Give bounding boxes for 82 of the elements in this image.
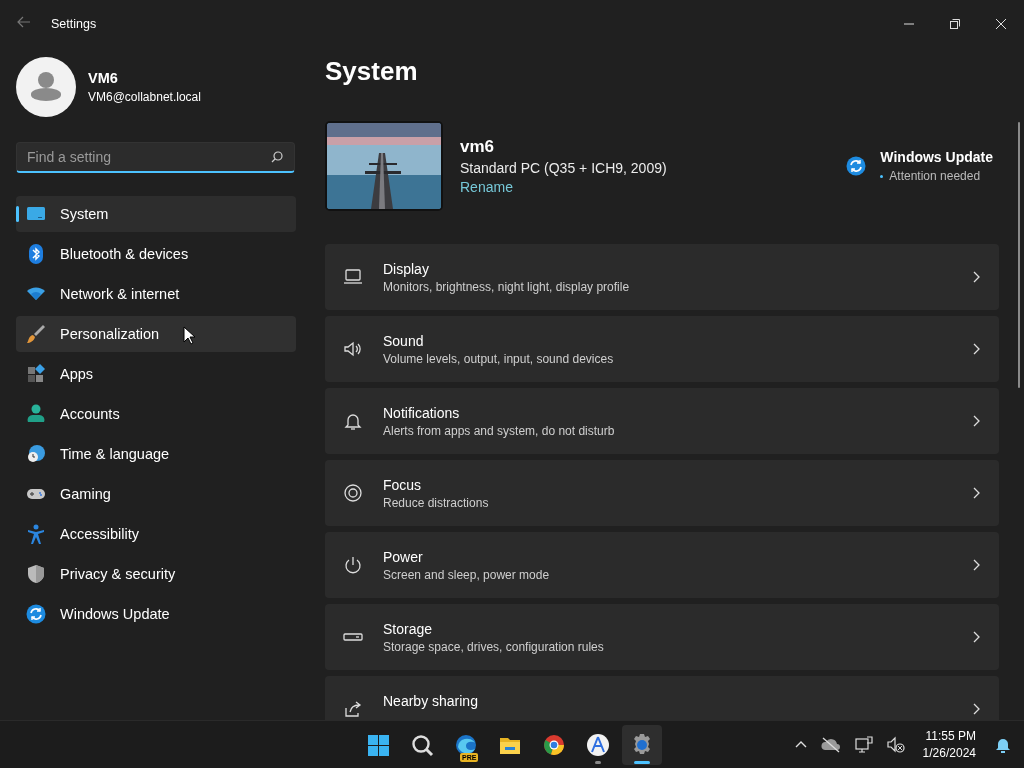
restore-icon xyxy=(950,19,960,29)
clock[interactable]: 11:55 PM 1/26/2024 xyxy=(922,729,976,760)
card-title: Notifications xyxy=(383,405,461,421)
setting-card[interactable]: Notifications Alerts from apps and system, do not disturb xyxy=(325,388,999,454)
page-title: System xyxy=(325,56,419,88)
nav-item[interactable]: Gaming xyxy=(16,476,296,512)
search-field[interactable]: Find a setting xyxy=(16,142,295,173)
chevron-up-icon[interactable] xyxy=(794,740,807,749)
card-title: Storage xyxy=(383,621,434,637)
card-title: Power xyxy=(383,549,424,565)
setting-card[interactable]: Sound Volume levels, output, input, sound devices xyxy=(325,316,999,382)
chevron-right-icon xyxy=(971,343,981,355)
bell-icon xyxy=(343,411,363,431)
close-icon xyxy=(996,19,1006,29)
chevron-right-icon xyxy=(971,487,981,499)
card-title: Display xyxy=(383,261,430,277)
device-model: Standard PC (Q35 + ICH9, 2009) xyxy=(460,160,667,176)
avatar-icon xyxy=(16,57,76,117)
speaker-icon xyxy=(343,339,363,359)
person-icon xyxy=(26,404,46,424)
user-email: VM6@collabnet.local xyxy=(88,90,201,104)
network-icon[interactable] xyxy=(854,736,873,753)
cursor-icon xyxy=(183,326,195,345)
chevron-right-icon xyxy=(971,631,981,643)
card-subtitle: Volume levels, output, input, sound devices xyxy=(383,352,615,366)
speaker-muted-icon[interactable] xyxy=(886,736,905,753)
apps-icon xyxy=(26,364,46,384)
start-icon xyxy=(366,732,390,757)
back-arrow-icon[interactable] xyxy=(16,15,31,29)
nav-item[interactable]: Network & internet xyxy=(16,276,296,312)
user-name: VM6 xyxy=(88,70,119,86)
globe-clock-icon xyxy=(26,444,46,464)
setting-card[interactable]: Power Screen and sleep, power mode xyxy=(325,532,999,598)
device-name: vm6 xyxy=(460,137,496,157)
power-icon xyxy=(343,555,363,575)
card-subtitle: Storage space, drives, configuration rules xyxy=(383,640,605,654)
nav-item[interactable]: Personalization xyxy=(16,316,296,352)
status-dot xyxy=(880,174,884,178)
laptop-icon xyxy=(343,267,363,287)
window-title: Settings xyxy=(51,17,97,31)
rename-link[interactable]: Rename xyxy=(460,179,667,195)
chevron-right-icon xyxy=(971,703,981,715)
bluetooth-icon xyxy=(26,244,46,264)
nav-item[interactable]: Accounts xyxy=(16,396,296,432)
nav-item[interactable]: Time & language xyxy=(16,436,296,472)
nav-item[interactable]: System xyxy=(16,196,296,232)
nav-item[interactable]: Windows Update xyxy=(16,596,296,632)
nav-item[interactable]: Apps xyxy=(16,356,296,392)
card-subtitle: Reduce distractions xyxy=(383,496,490,510)
update-title[interactable]: Windows Update xyxy=(880,149,993,165)
card-subtitle: Screen and sleep, power mode xyxy=(383,568,551,582)
chrome-icon xyxy=(542,732,566,757)
chevron-right-icon xyxy=(971,271,981,283)
nav-item[interactable]: Privacy & security xyxy=(16,556,296,592)
card-title: Nearby sharing xyxy=(383,693,479,709)
card-title: Focus xyxy=(383,477,423,493)
nav-item[interactable]: Bluetooth & devices xyxy=(16,236,296,272)
compass-app-icon xyxy=(586,732,610,757)
card-subtitle: Monitors, brightness, night light, display profile xyxy=(383,280,631,294)
sync-icon xyxy=(26,604,46,624)
selection-indicator xyxy=(16,206,19,222)
card-subtitle: Alerts from apps and system, do not disturb xyxy=(383,424,616,438)
search-icon xyxy=(410,732,434,757)
nav-item[interactable]: Accessibility xyxy=(16,516,296,552)
search-icon xyxy=(271,151,283,163)
chevron-right-icon xyxy=(971,559,981,571)
share-icon xyxy=(343,699,363,719)
cloud-off-icon[interactable] xyxy=(820,736,841,753)
setting-card[interactable]: Focus Reduce distractions xyxy=(325,460,999,526)
card-title: Sound xyxy=(383,333,425,349)
setting-card[interactable]: Storage Storage space, drives, configuration rules xyxy=(325,604,999,670)
focus-icon xyxy=(343,483,363,503)
sync-icon xyxy=(846,156,867,176)
update-status: Attention needed xyxy=(889,169,981,183)
chevron-right-icon xyxy=(971,415,981,427)
setting-card[interactable]: Display Monitors, brightness, night light, display profile xyxy=(325,244,999,310)
scrollbar[interactable] xyxy=(1018,122,1020,388)
accessibility-icon xyxy=(26,524,46,544)
setting-card[interactable]: Nearby sharing xyxy=(325,676,999,720)
shield-icon xyxy=(26,564,46,584)
taskbar-app[interactable] xyxy=(622,724,662,765)
paintbrush-icon xyxy=(26,324,46,344)
